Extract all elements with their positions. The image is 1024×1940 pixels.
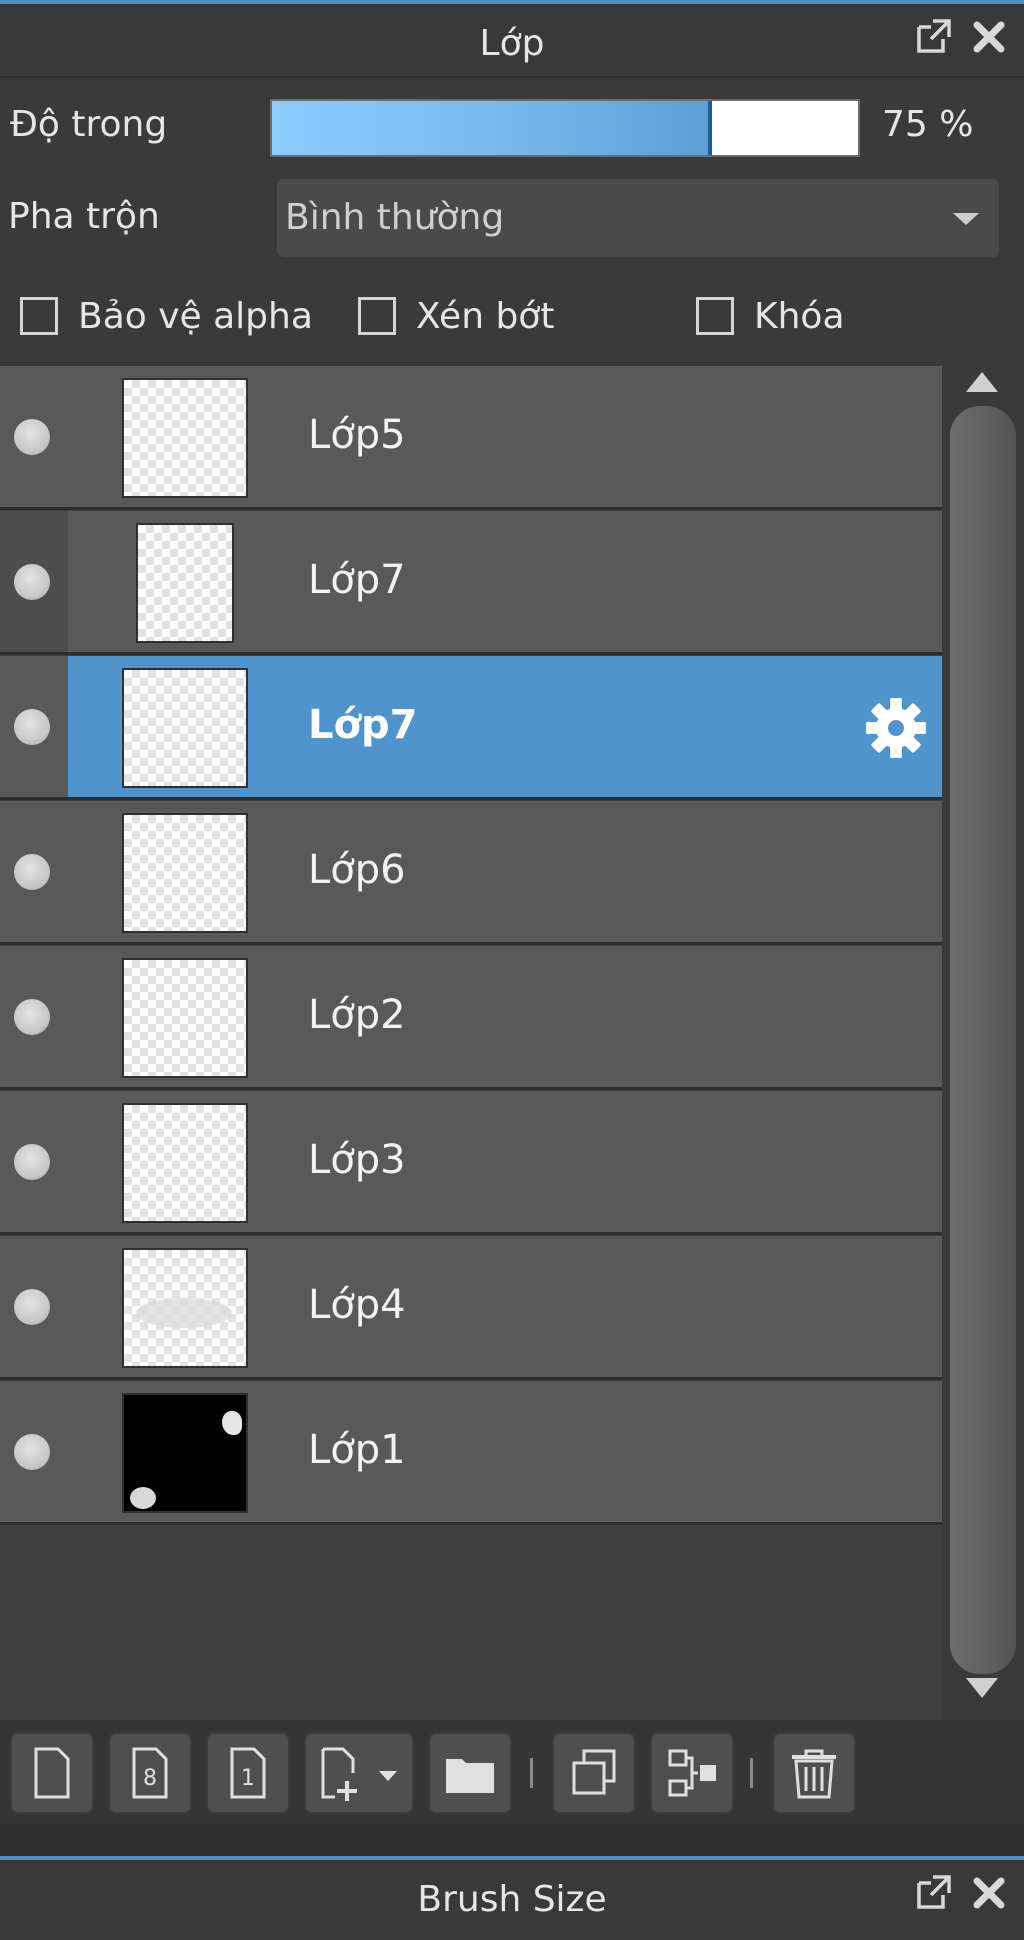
clip-label: Xén bớt <box>416 295 555 337</box>
layer-thumbnail <box>122 813 248 933</box>
svg-text:1: 1 <box>241 1766 255 1791</box>
layer-toolbar: 8 1 <box>0 1720 1024 1824</box>
layer-name: Lớp3 <box>308 1137 406 1183</box>
layer-thumbnail <box>122 1103 248 1223</box>
popout-icon[interactable] <box>910 14 956 60</box>
protect-alpha-label: Bảo vệ alpha <box>78 295 313 337</box>
panel-divider <box>0 1824 1024 1860</box>
chevron-down-icon <box>953 213 979 225</box>
checkbox-box[interactable] <box>696 297 734 335</box>
popout-icon[interactable] <box>910 1870 956 1916</box>
scroll-up-arrow-icon[interactable] <box>966 372 998 392</box>
checkbox-box[interactable] <box>20 297 58 335</box>
brush-size-panel-titlebar[interactable]: Brush Size <box>0 1860 1024 1932</box>
opacity-value: 75 % <box>882 104 974 145</box>
lock-label: Khóa <box>754 295 845 337</box>
visibility-icon[interactable] <box>14 419 50 455</box>
layer-row[interactable]: Lớp5 <box>0 366 942 510</box>
layer-row[interactable]: Lớp3 <box>0 1091 942 1235</box>
layer-name: Lớp1 <box>308 1427 406 1473</box>
lock-checkbox[interactable]: Khóa <box>696 292 845 340</box>
layer-name: Lớp2 <box>308 992 406 1038</box>
new-1bit-layer-button[interactable]: 1 <box>206 1732 290 1814</box>
svg-text:8: 8 <box>143 1766 157 1791</box>
blend-label: Pha trộn <box>8 196 160 237</box>
scrollbar-thumb[interactable] <box>950 406 1016 1674</box>
new-8bit-layer-button[interactable]: 8 <box>108 1732 192 1814</box>
layer-row-selected[interactable]: Lớp7 <box>0 656 942 800</box>
add-layer-dropdown-button[interactable] <box>304 1732 414 1814</box>
duplicate-layer-button[interactable] <box>552 1732 636 1814</box>
blend-mode-value: Bình thường <box>285 197 505 238</box>
layer-name: Lớp5 <box>308 412 406 458</box>
new-layer-icon <box>34 1747 70 1799</box>
layer-name: Lớp7 <box>308 557 406 603</box>
protect-alpha-checkbox[interactable]: Bảo vệ alpha <box>20 292 313 340</box>
layer-row[interactable]: Lớp7 <box>0 511 942 655</box>
delete-layer-button[interactable] <box>772 1732 856 1814</box>
layer-row[interactable]: Lớp4 <box>0 1236 942 1380</box>
layer-thumbnail <box>122 378 248 498</box>
layer-name: Lớp4 <box>308 1282 406 1328</box>
layer-thumbnail <box>122 1393 248 1513</box>
merge-down-icon <box>668 1749 716 1797</box>
new-8bit-layer-icon: 8 <box>132 1747 168 1799</box>
opacity-label: Độ trong <box>10 104 168 145</box>
bottom-panel-title: Brush Size <box>417 1879 607 1920</box>
duplicate-layer-icon <box>572 1749 616 1795</box>
layer-list-scrollbar[interactable] <box>946 366 1024 1720</box>
visibility-icon[interactable] <box>14 1144 50 1180</box>
folder-icon <box>446 1759 494 1793</box>
opacity-slider[interactable] <box>270 99 860 157</box>
layer-row[interactable]: Lớp2 <box>0 946 942 1090</box>
layer-row[interactable]: Lớp6 <box>0 801 942 945</box>
layer-row[interactable]: Lớp1 <box>0 1381 942 1525</box>
add-layer-dropdown-icon <box>321 1747 397 1801</box>
panel-title: Lớp <box>479 23 545 64</box>
new-folder-button[interactable] <box>428 1732 512 1814</box>
new-layer-button[interactable] <box>10 1732 94 1814</box>
visibility-icon[interactable] <box>14 1289 50 1325</box>
layer-thumbnail <box>122 1248 248 1368</box>
toolbar-separator <box>530 1758 533 1788</box>
gear-icon[interactable] <box>862 694 930 762</box>
layer-name: Lớp7 <box>308 702 418 748</box>
layer-panel-titlebar[interactable]: Lớp <box>0 4 1024 78</box>
delete-icon <box>792 1749 836 1799</box>
layer-thumbnail <box>136 523 234 643</box>
layer-thumbnail <box>122 958 248 1078</box>
checkbox-box[interactable] <box>358 297 396 335</box>
clip-checkbox[interactable]: Xén bớt <box>358 292 554 340</box>
visibility-icon[interactable] <box>14 999 50 1035</box>
scroll-down-arrow-icon[interactable] <box>966 1678 998 1698</box>
merge-down-button[interactable] <box>650 1732 734 1814</box>
visibility-icon[interactable] <box>14 1434 50 1470</box>
visibility-icon[interactable] <box>14 564 50 600</box>
layer-list[interactable]: Lớp5 Lớp7 Lớp7 Lớp6 Lớp2 Lớp3 Lớp4 Lớp1 <box>0 366 942 1720</box>
visibility-icon[interactable] <box>14 854 50 890</box>
close-icon[interactable] <box>966 1870 1012 1916</box>
visibility-icon[interactable] <box>14 709 50 745</box>
opacity-slider-fill <box>272 101 712 155</box>
toolbar-separator <box>750 1758 753 1788</box>
close-icon[interactable] <box>966 14 1012 60</box>
blend-mode-select[interactable]: Bình thường <box>276 178 1000 258</box>
layer-thumbnail <box>122 668 248 788</box>
layer-name: Lớp6 <box>308 847 406 893</box>
new-1bit-layer-icon: 1 <box>230 1747 266 1799</box>
